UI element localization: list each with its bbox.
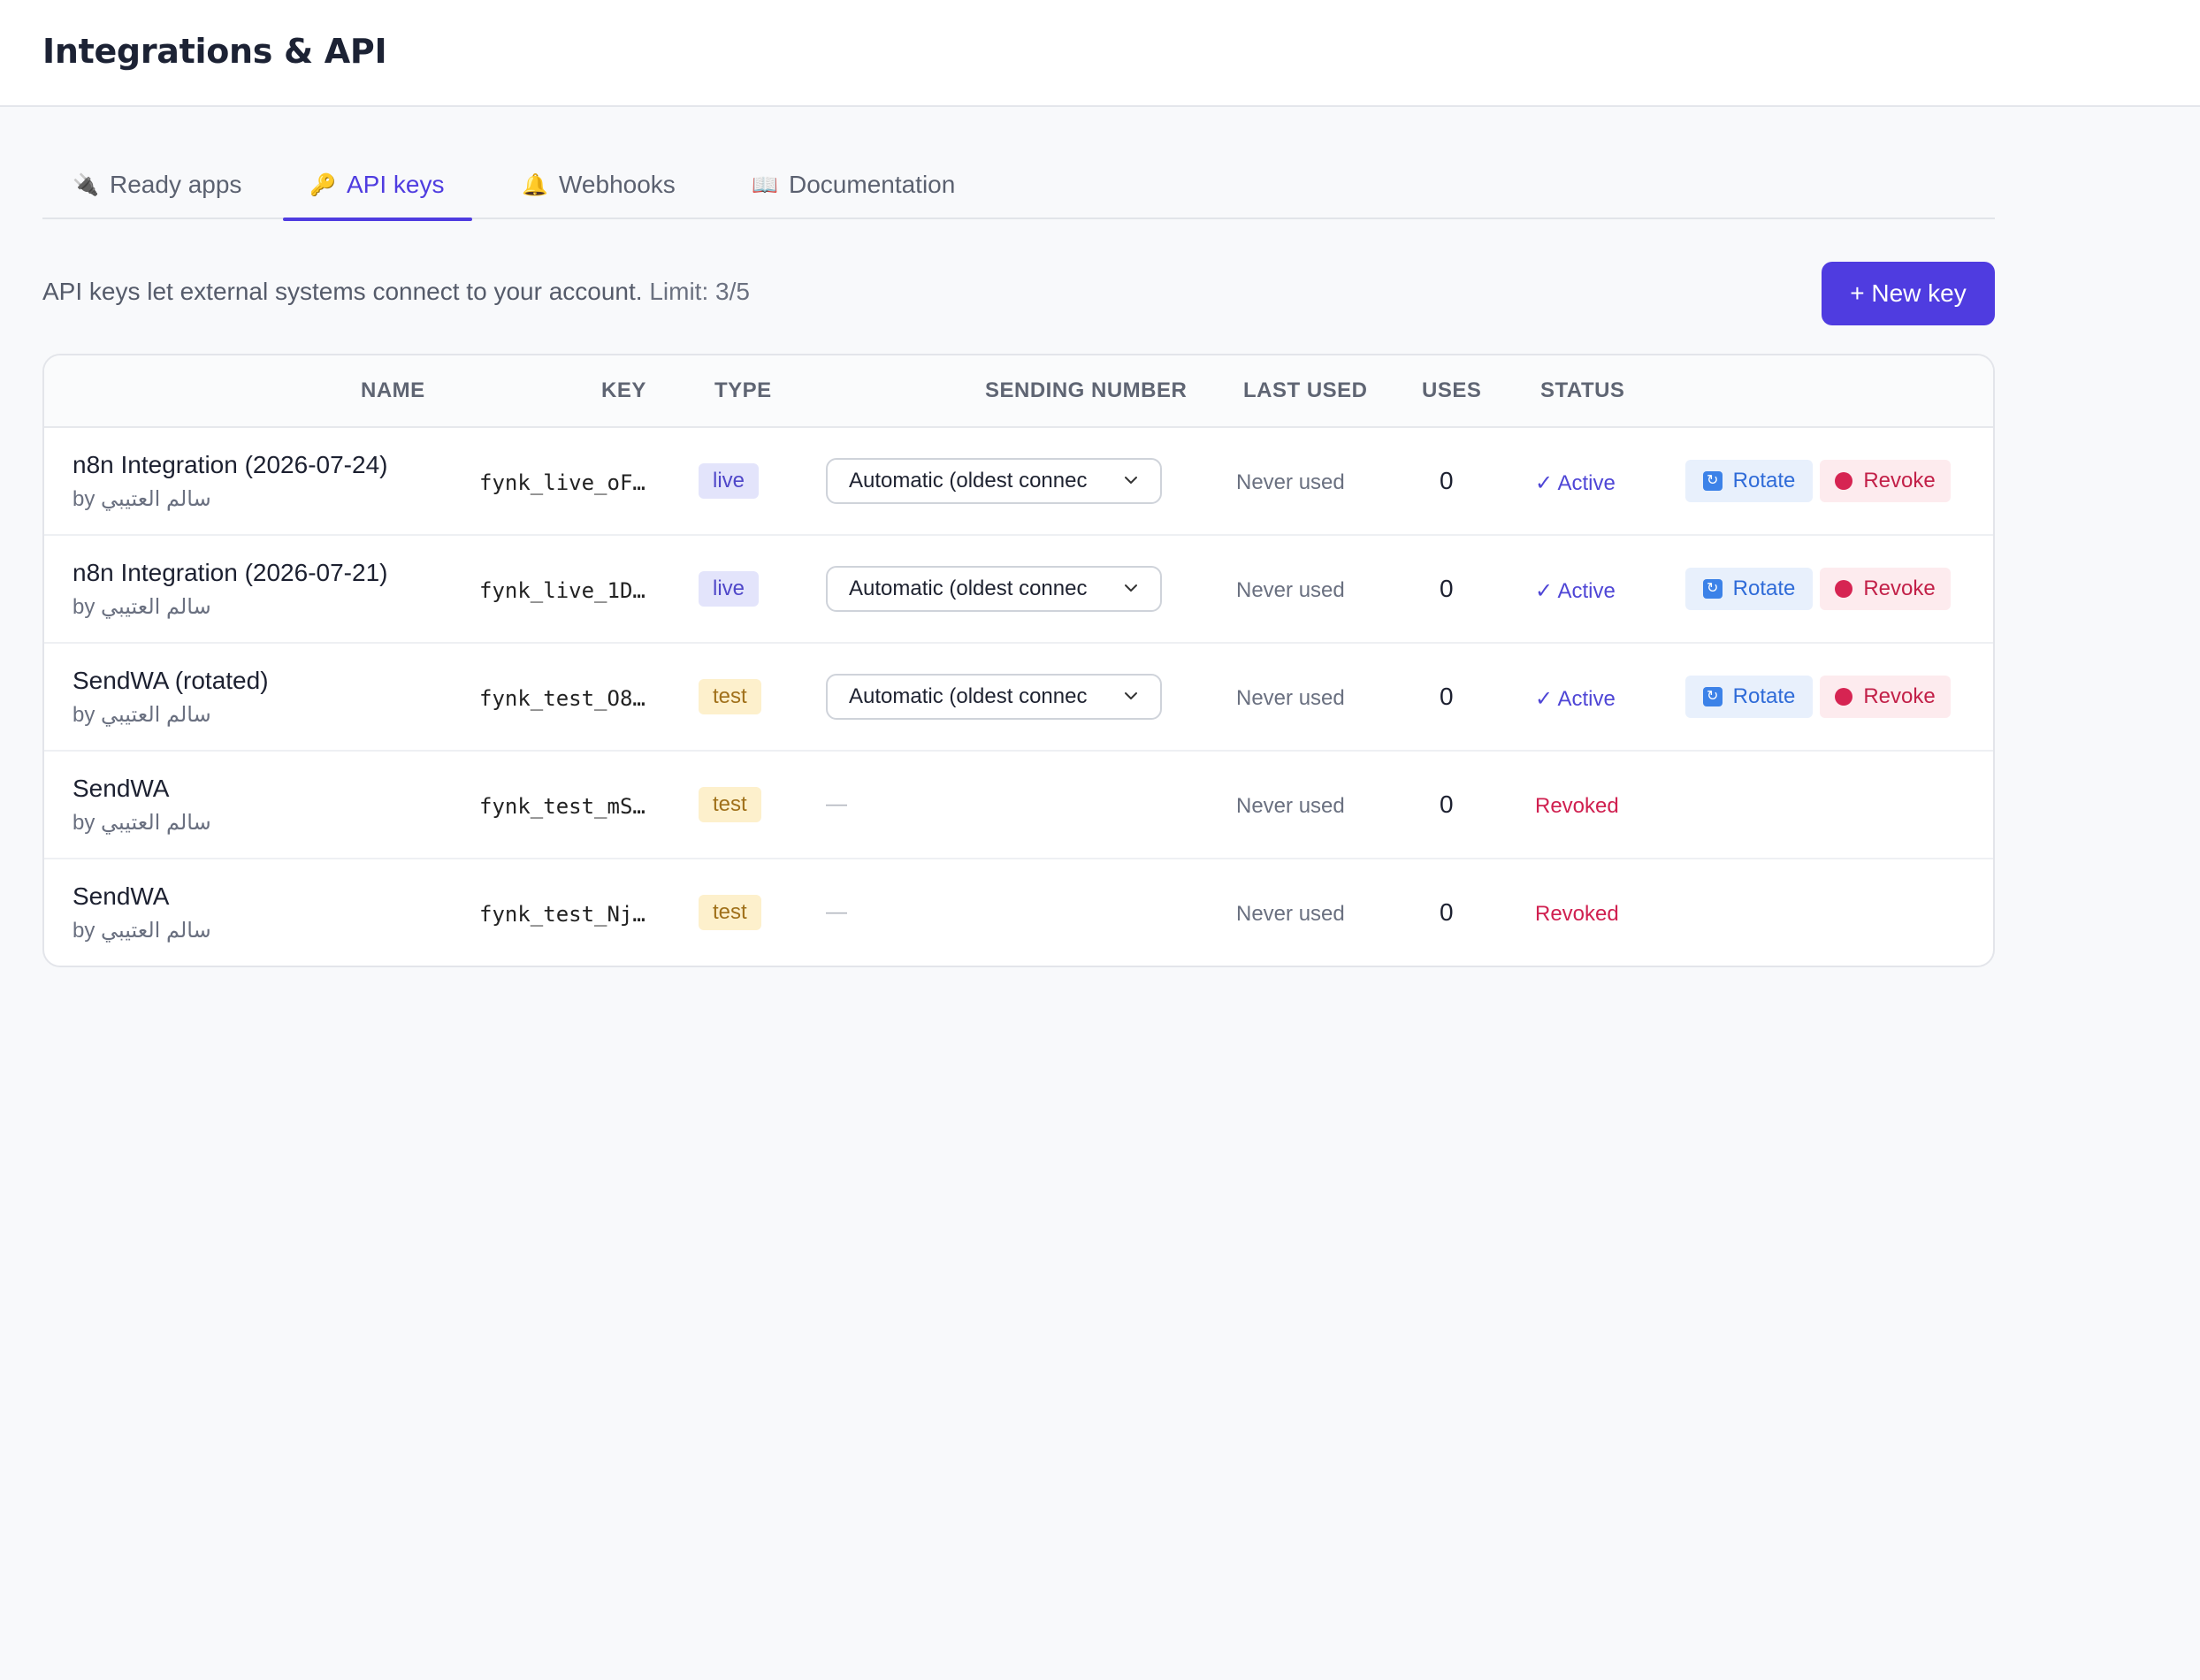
tab-documentation[interactable]: 📖 Documentation (752, 150, 955, 219)
last-used: Never used (1236, 686, 1345, 710)
uses-count: 0 (1440, 898, 1454, 926)
api-keys-table: NAME KEY TYPE SENDING NUMBER LAST USED U… (42, 354, 1995, 967)
status-badge: Revoked (1535, 794, 1619, 818)
sending-number-empty: — (826, 900, 847, 924)
revoke-label: Revoke (1863, 684, 1936, 708)
intro-text: API keys let external systems connect to… (42, 278, 750, 306)
type-badge: test (699, 679, 761, 714)
tab-webhooks[interactable]: 🔔 Webhooks (522, 150, 676, 219)
key-owner: by سالم العتيبي (73, 595, 211, 619)
table-header: NAME KEY TYPE SENDING NUMBER LAST USED U… (44, 355, 1993, 428)
last-used: Never used (1236, 578, 1345, 602)
rotate-icon: ↻ (1702, 687, 1723, 706)
key-owner: by سالم العتيبي (73, 487, 211, 511)
revoke-label: Revoke (1863, 577, 1936, 600)
revoke-icon (1835, 472, 1853, 490)
sending-number-select[interactable]: Automatic (oldest connec (826, 674, 1162, 720)
table-row: SendWA by سالم العتيبي fynk_test_mS… tes… (44, 752, 1993, 859)
key-name: n8n Integration (2026-07-24) (73, 451, 388, 478)
rotate-button[interactable]: ↻ Rotate (1685, 676, 1813, 718)
rotate-label: Rotate (1732, 577, 1796, 600)
chevron-down-icon (1125, 692, 1137, 699)
uses-count: 0 (1440, 467, 1454, 494)
column-header-status: STATUS (1540, 378, 1625, 402)
tab-label: Ready apps (110, 171, 242, 198)
type-badge: test (699, 787, 761, 822)
revoke-label: Revoke (1863, 469, 1936, 493)
tab-bar: 🔌 Ready apps 🔑 API keys 🔔 Webhooks 📖 Doc… (42, 150, 1995, 221)
table-row: n8n Integration (2026-07-24) by سالم الع… (44, 428, 1993, 536)
rotate-icon: ↻ (1702, 471, 1723, 491)
rotate-button[interactable]: ↻ Rotate (1685, 568, 1813, 610)
key-value: fynk_test_O8… (479, 686, 645, 711)
tab-label: Webhooks (559, 171, 676, 198)
status-badge: ✓ Active (1535, 471, 1616, 495)
column-header-last-used: LAST USED (1243, 378, 1368, 402)
book-icon: 📖 (752, 172, 778, 197)
chevron-down-icon (1125, 477, 1137, 484)
key-value: fynk_live_oF… (479, 470, 645, 495)
top-bar: Integrations & API (0, 0, 2200, 107)
bell-icon: 🔔 (522, 172, 548, 197)
revoke-icon (1835, 688, 1853, 706)
sending-number-select[interactable]: Automatic (oldest connec (826, 566, 1162, 612)
table-row: SendWA by سالم العتيبي fynk_test_Nj… tes… (44, 859, 1993, 966)
type-badge: test (699, 895, 761, 930)
type-badge: live (699, 571, 760, 607)
column-header-uses: USES (1422, 378, 1482, 402)
uses-count: 0 (1440, 575, 1454, 602)
key-icon: 🔑 (309, 172, 336, 197)
key-owner: by سالم العتيبي (73, 811, 211, 835)
type-badge: live (699, 463, 760, 499)
intro-description: API keys let external systems connect to… (42, 278, 643, 305)
key-value: fynk_test_mS… (479, 794, 645, 819)
column-header-key: KEY (601, 378, 646, 402)
page-title: Integrations & API (42, 32, 387, 71)
revoke-button[interactable]: Revoke (1820, 460, 1951, 502)
last-used: Never used (1236, 794, 1345, 818)
sending-number-empty: — (826, 792, 847, 816)
revoke-button[interactable]: Revoke (1820, 676, 1951, 718)
key-value: fynk_live_1D… (479, 578, 645, 603)
key-name: SendWA (rotated) (73, 667, 269, 694)
column-header-type: TYPE (714, 378, 772, 402)
sending-number-value: Automatic (oldest connec (849, 469, 1088, 493)
last-used: Never used (1236, 902, 1345, 926)
column-header-name: NAME (361, 378, 425, 402)
status-badge: ✓ Active (1535, 579, 1616, 603)
status-badge: Revoked (1535, 902, 1619, 926)
plug-icon: 🔌 (73, 172, 99, 197)
revoke-button[interactable]: Revoke (1820, 568, 1951, 610)
rotate-label: Rotate (1732, 469, 1796, 493)
key-name: n8n Integration (2026-07-21) (73, 559, 388, 586)
key-owner: by سالم العتيبي (73, 703, 211, 727)
tab-label: Documentation (789, 171, 956, 198)
tab-label: API keys (347, 171, 445, 198)
table-row: SendWA (rotated) by سالم العتيبي fynk_te… (44, 644, 1993, 752)
sending-number-value: Automatic (oldest connec (849, 684, 1088, 708)
rotate-button[interactable]: ↻ Rotate (1685, 460, 1813, 502)
table-row: n8n Integration (2026-07-21) by سالم الع… (44, 536, 1993, 644)
sending-number-value: Automatic (oldest connec (849, 577, 1088, 600)
rotate-icon: ↻ (1702, 579, 1723, 599)
uses-count: 0 (1440, 683, 1454, 710)
key-owner: by سالم العتيبي (73, 919, 211, 943)
last-used: Never used (1236, 470, 1345, 494)
status-badge: ✓ Active (1535, 687, 1616, 711)
revoke-icon (1835, 580, 1853, 598)
chevron-down-icon (1125, 584, 1137, 592)
column-header-sending-number: SENDING NUMBER (985, 378, 1188, 402)
tab-api-keys[interactable]: 🔑 API keys (283, 150, 473, 221)
uses-count: 0 (1440, 790, 1454, 818)
rotate-label: Rotate (1732, 684, 1796, 708)
tab-ready-apps[interactable]: 🔌 Ready apps (73, 150, 241, 219)
sending-number-select[interactable]: Automatic (oldest connec (826, 458, 1162, 504)
key-name: SendWA (73, 775, 170, 802)
new-key-button[interactable]: + New key (1822, 262, 1995, 325)
key-name: SendWA (73, 882, 170, 910)
key-limit: Limit: 3/5 (649, 278, 750, 305)
key-value: fynk_test_Nj… (479, 902, 645, 927)
